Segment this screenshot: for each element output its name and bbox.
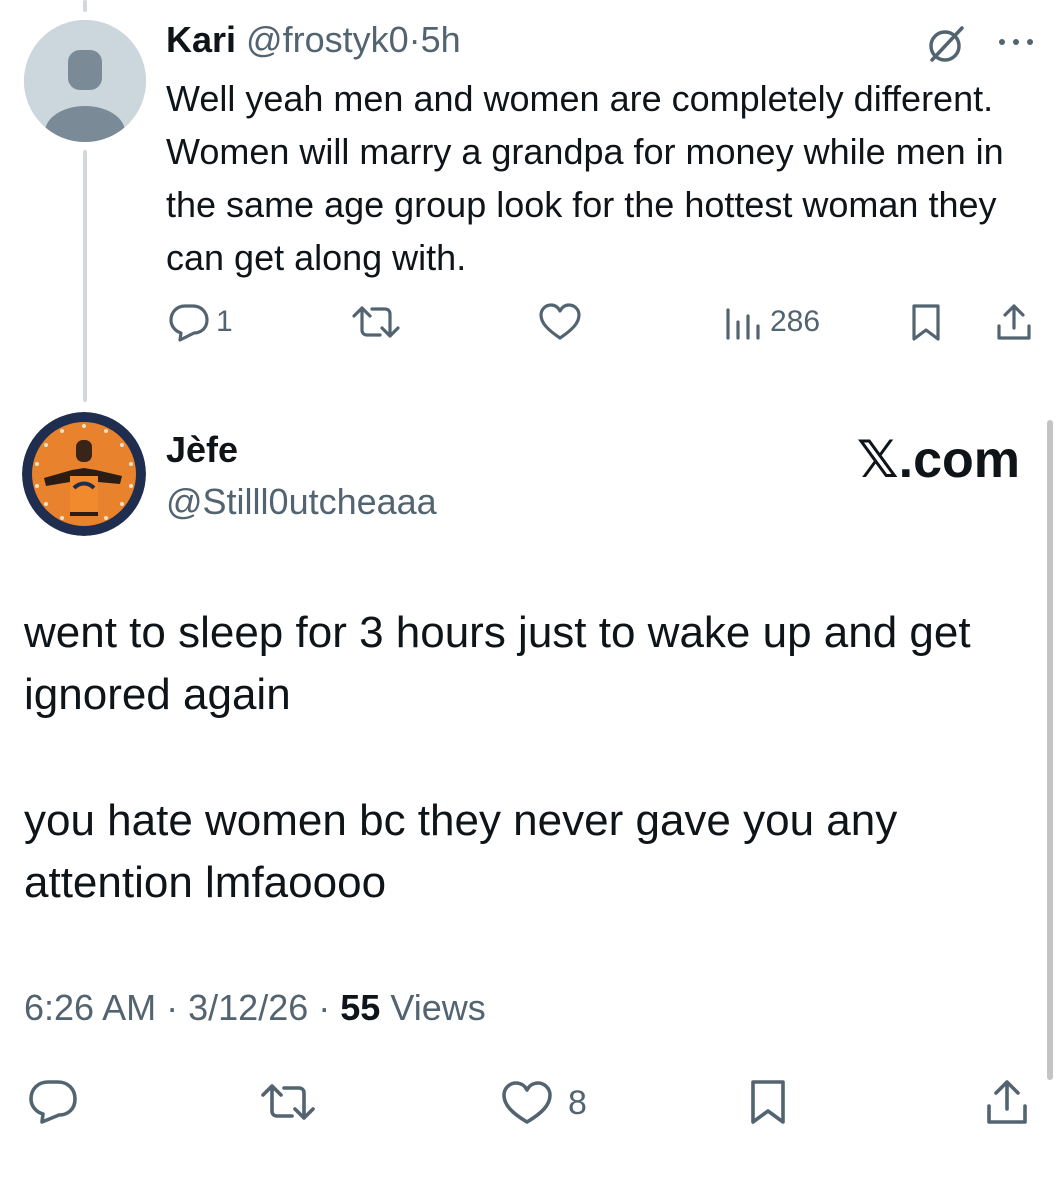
reply-display-name[interactable]: Kari [166,19,236,60]
thread-line [83,150,87,402]
display-name[interactable]: Jèfe [166,428,238,472]
separator-dot: · [166,987,179,1028]
like-count: 8 [568,1084,587,1122]
default-profile-icon [24,20,146,142]
grok-icon[interactable] [924,22,968,66]
retweet-icon [261,1084,315,1120]
reply-count: 1 [216,305,233,338]
like-button[interactable] [538,302,582,342]
reply-icon [169,304,209,342]
reply-header: Kari @frostyk0·5h [166,18,461,62]
separator-dot: · [408,19,421,60]
default-avatar[interactable] [24,20,146,142]
handle[interactable]: @Stilll0utcheaaa [166,480,437,524]
views-label: Views [390,987,486,1028]
thread-line-top [83,0,87,12]
views-button[interactable]: 286 [724,302,820,342]
bookmark-icon [912,304,940,341]
share-icon [997,304,1031,340]
avatar-image [22,412,146,536]
profile-avatar[interactable] [22,412,146,536]
retweet-button[interactable] [258,1080,318,1124]
retweet-icon [352,306,400,338]
views-count: 55 [340,987,381,1028]
tweet-time[interactable]: 6:26 AM [24,987,156,1028]
tweet-metadata: 6:26 AM · 3/12/26 · 55 Views [24,986,486,1030]
reply-text: Well yeah men and women are completely d… [166,78,1004,278]
separator-dot: · [318,987,331,1028]
retweet-button[interactable] [350,302,402,342]
reply-handle[interactable]: @frostyk0 [246,19,409,60]
share-button[interactable] [994,302,1034,342]
reply-icon [29,1080,77,1124]
reply-time[interactable]: 5h [421,19,461,60]
like-icon [539,303,581,340]
bookmark-button[interactable] [908,302,944,342]
x-brand-logo: 𝕏.com [856,431,1020,489]
bookmark-button[interactable] [746,1078,790,1126]
like-button[interactable]: 8 [500,1080,587,1126]
bookmark-icon [751,1080,785,1124]
tweet-paragraph-2: you hate women bc they never gave you an… [24,796,898,907]
like-icon [502,1081,552,1124]
share-button[interactable] [984,1078,1030,1126]
scrollbar[interactable] [1047,420,1053,1080]
tweet-paragraph-1: went to sleep for 3 hours just to wake u… [24,608,971,719]
reply-button[interactable]: 1 [168,302,233,342]
views-icon [726,308,760,340]
reply-button[interactable] [28,1078,78,1124]
tweet-date[interactable]: 3/12/26 [188,987,308,1028]
views-count: 286 [770,305,821,338]
more-icon[interactable] [996,24,1036,60]
share-icon [987,1080,1027,1124]
